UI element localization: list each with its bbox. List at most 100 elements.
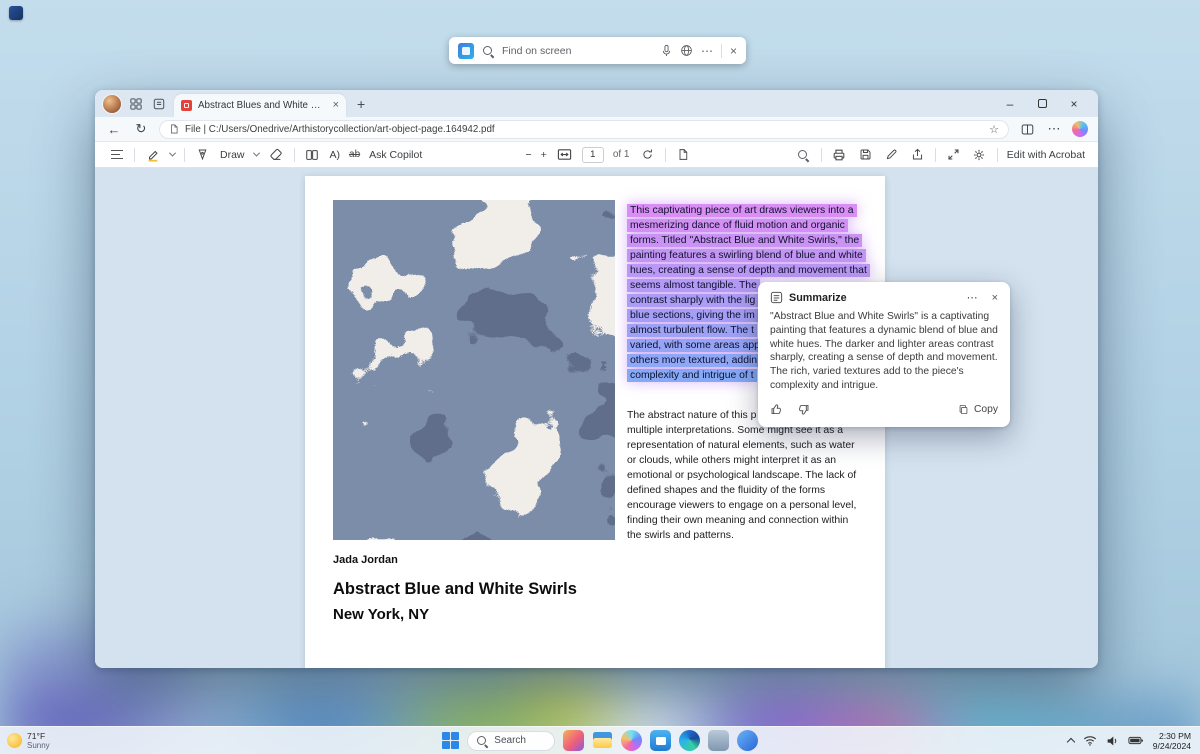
page-number-input[interactable] xyxy=(582,147,604,163)
volume-icon[interactable] xyxy=(1106,735,1119,747)
table-of-contents-icon[interactable] xyxy=(108,146,125,163)
chevron-down-icon[interactable] xyxy=(169,150,176,157)
summary-text: "Abstract Blue and White Swirls" is a ca… xyxy=(758,310,1010,393)
browser-tab[interactable]: Abstract Blues and White Swirls by J × xyxy=(174,94,346,117)
address-bar[interactable]: File | C:/Users/Onedrive/Arthistorycolle… xyxy=(159,120,1009,139)
more-menu-icon[interactable]: ⋯ xyxy=(1045,121,1063,137)
wifi-icon[interactable] xyxy=(1083,735,1097,746)
print-icon[interactable] xyxy=(831,146,848,163)
search-icon xyxy=(476,735,488,747)
maximize-button[interactable] xyxy=(1026,90,1058,117)
url-text: File | C:/Users/Onedrive/Arthistorycolle… xyxy=(185,124,983,135)
divider xyxy=(184,148,185,162)
microphone-icon[interactable] xyxy=(661,44,672,57)
desktop: ⋯ × Abstract Blues and White Swirls by J xyxy=(0,0,1200,754)
find-input[interactable] xyxy=(502,45,653,57)
tray-chevron-icon[interactable] xyxy=(1067,738,1075,746)
ask-copilot-button[interactable]: Ask Copilot xyxy=(369,149,422,161)
zoom-in-button[interactable]: + xyxy=(541,149,547,161)
read-aloud-icon[interactable]: A) xyxy=(330,149,341,161)
save-as-icon[interactable] xyxy=(675,146,692,163)
search-document-icon[interactable] xyxy=(795,146,812,163)
fullscreen-icon[interactable] xyxy=(945,146,962,163)
save-icon[interactable] xyxy=(857,146,874,163)
tab-actions-icon[interactable] xyxy=(151,96,167,112)
favorites-star-icon[interactable]: ☆ xyxy=(989,123,999,136)
page-view-icon[interactable] xyxy=(304,146,321,163)
divider xyxy=(821,148,822,162)
chevron-down-icon[interactable] xyxy=(252,150,259,157)
back-button[interactable]: ← xyxy=(105,122,123,137)
title-bar[interactable]: Abstract Blues and White Swirls by J × +… xyxy=(95,90,1098,117)
split-screen-icon[interactable] xyxy=(1018,123,1036,136)
thumbs-up-icon[interactable] xyxy=(770,403,783,416)
popup-header: Summarize ⋯ × xyxy=(758,282,1010,310)
menu-icon xyxy=(111,150,123,159)
pdf-viewport: This captivating piece of art draws view… xyxy=(95,168,1098,668)
battery-icon[interactable] xyxy=(1128,736,1144,745)
rotate-icon[interactable] xyxy=(639,146,656,163)
search-icon xyxy=(482,45,494,57)
edge-icon[interactable] xyxy=(679,730,700,751)
artwork-location: New York, NY xyxy=(333,606,429,623)
date-label: 9/24/2024 xyxy=(1153,741,1191,751)
pdf-toolbar: Draw A) ab Ask Copilot − + xyxy=(95,142,1098,168)
profile-avatar[interactable] xyxy=(103,95,121,113)
file-icon xyxy=(169,123,179,135)
refresh-button[interactable]: ↻ xyxy=(132,121,150,137)
globe-icon[interactable] xyxy=(680,44,693,57)
draw-pen-icon[interactable] xyxy=(194,146,211,163)
find-on-screen-bar: ⋯ × xyxy=(449,37,746,64)
new-tab-button[interactable]: + xyxy=(357,96,365,112)
close-icon[interactable]: × xyxy=(730,44,737,58)
edit-pen-icon[interactable] xyxy=(883,146,900,163)
thumbs-down-icon[interactable] xyxy=(797,403,810,416)
copy-button[interactable]: Copy xyxy=(958,404,998,415)
window-controls: – × xyxy=(994,90,1090,117)
popup-title: Summarize xyxy=(789,292,953,304)
minimize-icon: – xyxy=(1007,97,1014,111)
share-icon[interactable] xyxy=(909,146,926,163)
weather-widget[interactable]: 71°F Sunny xyxy=(7,731,50,751)
highlighted-text: complexity and intrigue of t xyxy=(627,369,757,382)
workspaces-icon[interactable] xyxy=(128,96,144,112)
file-explorer-icon[interactable] xyxy=(592,730,613,751)
copilot-icon[interactable] xyxy=(1072,121,1088,137)
navigation-bar: ← ↻ File | C:/Users/Onedrive/Arthistoryc… xyxy=(95,117,1098,142)
app-icon-photos[interactable] xyxy=(563,730,584,751)
popup-close-icon[interactable]: × xyxy=(992,292,998,304)
eraser-icon[interactable] xyxy=(268,146,285,163)
clock[interactable]: 2:30 PM 9/24/2024 xyxy=(1153,731,1191,751)
start-button[interactable] xyxy=(442,732,460,750)
time-label: 2:30 PM xyxy=(1159,731,1191,741)
taskbar-search[interactable]: Search xyxy=(467,731,555,751)
popup-more-icon[interactable]: ⋯ xyxy=(967,291,978,304)
weather-temperature: 71°F xyxy=(27,731,50,741)
pdf-file-icon xyxy=(181,100,192,111)
sun-icon xyxy=(7,733,22,748)
close-icon: × xyxy=(1070,97,1077,111)
summarize-icon xyxy=(770,291,783,304)
zoom-out-button[interactable]: − xyxy=(526,149,532,161)
minimize-button[interactable]: – xyxy=(994,90,1026,117)
app-icon-2[interactable] xyxy=(737,730,758,751)
tab-close-icon[interactable]: × xyxy=(333,100,339,111)
text-annotation-icon[interactable]: ab xyxy=(349,149,360,160)
close-button[interactable]: × xyxy=(1058,90,1090,117)
desktop-shortcut-icon[interactable] xyxy=(9,6,23,20)
store-icon[interactable] xyxy=(650,730,671,751)
fit-to-width-icon[interactable] xyxy=(556,146,573,163)
edit-with-acrobat-button[interactable]: Edit with Acrobat xyxy=(1007,149,1085,161)
app-icon-1[interactable] xyxy=(708,730,729,751)
divider xyxy=(721,44,722,58)
highlighted-line: painting features a swirling blend of bl… xyxy=(627,245,867,260)
paragraph-line: defined shapes and the fluidity of the f… xyxy=(627,483,867,498)
copilot-app-icon[interactable] xyxy=(621,730,642,751)
settings-gear-icon[interactable] xyxy=(971,146,988,163)
visual-search-icon[interactable] xyxy=(458,43,474,59)
artist-name: Jada Jordan xyxy=(333,554,398,566)
divider xyxy=(665,148,666,162)
draw-label[interactable]: Draw xyxy=(220,149,245,161)
highlighter-icon[interactable] xyxy=(144,146,161,163)
more-options-icon[interactable]: ⋯ xyxy=(701,44,713,58)
